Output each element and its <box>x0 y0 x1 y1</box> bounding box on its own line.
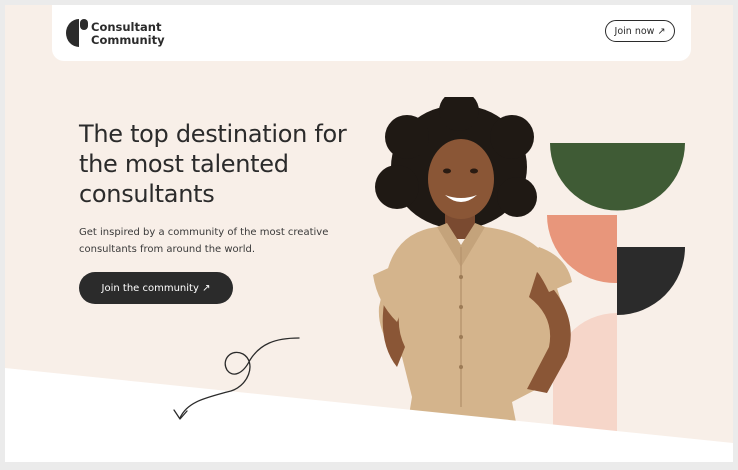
curly-arrow-down-icon <box>173 337 300 420</box>
brand-line-2: Community <box>91 33 165 47</box>
brand-logo-text[interactable]: Consultant Community <box>91 21 171 47</box>
hero-subtext: Get inspired by a community of the most … <box>79 227 329 255</box>
top-navbar: Consultant Community Join now ↗ <box>52 5 691 61</box>
hero-person-image <box>373 97 572 427</box>
hero-headline: The top destination for the most talente… <box>79 120 347 208</box>
logo-mark-icon[interactable] <box>66 19 88 47</box>
landing-page: Consultant Community Join now ↗ The top … <box>5 5 733 462</box>
join-now-button[interactable]: Join now ↗ <box>605 20 675 42</box>
dark-quarter-shape <box>617 247 685 315</box>
join-the-community-button[interactable]: Join the community ↗ <box>79 272 233 304</box>
